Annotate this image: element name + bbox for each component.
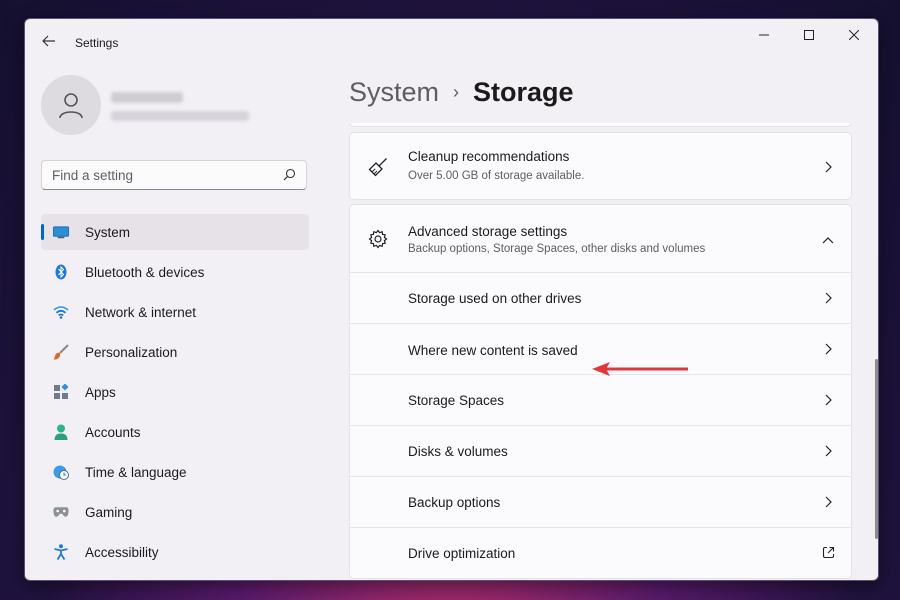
cleanup-description: Over 5.00 GB of storage available. bbox=[408, 170, 585, 182]
annotation-arrow bbox=[592, 362, 688, 376]
chevron-right-icon bbox=[825, 496, 832, 508]
advanced-storage-title: Advanced storage settings bbox=[408, 224, 568, 239]
sidebar-item-personalization[interactable]: Personalization bbox=[41, 334, 309, 370]
sidebar-item-bluetooth[interactable]: Bluetooth & devices bbox=[41, 254, 309, 290]
sidebar-item-accessibility[interactable]: Accessibility bbox=[41, 534, 309, 570]
search-input[interactable]: Find a setting bbox=[52, 168, 133, 183]
previous-card-edge bbox=[349, 123, 852, 127]
person-icon bbox=[59, 93, 83, 119]
minimize-icon bbox=[759, 34, 769, 36]
sidebar-item-apps[interactable]: Apps bbox=[41, 374, 309, 410]
globe-clock-icon bbox=[53, 465, 69, 480]
chevron-right-icon bbox=[825, 394, 832, 406]
sidebar-item-time-language[interactable]: Time & language bbox=[41, 454, 309, 490]
back-button[interactable] bbox=[37, 29, 61, 53]
sidebar-item-label: Network & internet bbox=[85, 305, 197, 320]
external-link-icon bbox=[822, 546, 834, 558]
account-icon bbox=[54, 424, 68, 440]
sidebar-item-label: Accounts bbox=[85, 425, 141, 440]
row-label: Where new content is saved bbox=[408, 343, 578, 358]
sidebar-nav: System Bluetooth & devices Network & int… bbox=[41, 214, 309, 574]
app-title: Settings bbox=[75, 36, 119, 50]
breadcrumb-separator: › bbox=[453, 82, 460, 102]
sidebar-item-label: Accessibility bbox=[85, 545, 159, 560]
search-icon[interactable] bbox=[283, 168, 296, 181]
chevron-right-icon bbox=[825, 445, 832, 457]
sidebar-item-system[interactable]: System bbox=[41, 214, 309, 250]
advanced-storage-header[interactable]: Advanced storage settings Backup options… bbox=[350, 205, 851, 272]
scrollbar[interactable] bbox=[875, 359, 878, 539]
monitor-icon bbox=[53, 225, 69, 238]
avatar[interactable] bbox=[41, 75, 101, 135]
breadcrumb: System › Storage bbox=[349, 77, 574, 108]
chevron-right-icon bbox=[825, 292, 832, 304]
sidebar-item-accounts[interactable]: Accounts bbox=[41, 414, 309, 450]
row-label: Drive optimization bbox=[408, 546, 516, 561]
maximize-icon bbox=[804, 30, 814, 40]
page-title: Storage bbox=[473, 77, 574, 107]
minimize-button[interactable] bbox=[741, 19, 787, 51]
cleanup-row[interactable]: Cleanup recommendations Over 5.00 GB of … bbox=[350, 133, 851, 201]
chevron-right-icon bbox=[825, 161, 832, 173]
breadcrumb-parent[interactable]: System bbox=[349, 77, 439, 107]
advanced-storage-settings-card: Advanced storage settings Backup options… bbox=[349, 204, 852, 579]
chevron-up-icon bbox=[822, 236, 834, 243]
row-label: Disks & volumes bbox=[408, 444, 508, 459]
sidebar-item-label: Gaming bbox=[85, 505, 133, 520]
gear-icon bbox=[368, 229, 388, 249]
close-icon bbox=[849, 30, 859, 40]
close-button[interactable] bbox=[831, 19, 877, 51]
content-pane: Cleanup recommendations Over 5.00 GB of … bbox=[349, 123, 854, 579]
accessibility-icon bbox=[54, 544, 68, 560]
sidebar-item-label: Time & language bbox=[85, 465, 187, 480]
sidebar-item-label: System bbox=[85, 225, 131, 240]
chevron-right-icon bbox=[825, 343, 832, 355]
apps-icon bbox=[54, 384, 69, 399]
sidebar-item-gaming[interactable]: Gaming bbox=[41, 494, 309, 530]
advanced-storage-description: Backup options, Storage Spaces, other di… bbox=[408, 243, 706, 255]
row-label: Storage Spaces bbox=[408, 393, 505, 408]
user-email-redacted bbox=[111, 111, 249, 121]
title-bar: Settings bbox=[25, 19, 878, 67]
gamepad-icon bbox=[53, 507, 69, 517]
bluetooth-icon bbox=[55, 264, 67, 280]
sidebar-item-label: Personalization bbox=[85, 345, 178, 360]
maximize-button[interactable] bbox=[786, 19, 832, 51]
row-label: Backup options bbox=[408, 495, 501, 510]
row-label: Storage used on other drives bbox=[408, 291, 582, 306]
sidebar-item-label: Apps bbox=[85, 385, 116, 400]
sidebar-item-label: Bluetooth & devices bbox=[85, 265, 205, 280]
settings-window: Settings Find a setting System Bluetooth… bbox=[24, 18, 879, 581]
user-name-redacted bbox=[111, 92, 183, 103]
cleanup-recommendations-card[interactable]: Cleanup recommendations Over 5.00 GB of … bbox=[349, 132, 852, 200]
backup-options-row[interactable]: Backup options bbox=[350, 477, 851, 527]
wifi-icon bbox=[53, 305, 69, 319]
active-indicator bbox=[41, 224, 44, 240]
storage-spaces-row[interactable]: Storage Spaces bbox=[350, 375, 851, 425]
cleanup-title: Cleanup recommendations bbox=[408, 149, 570, 164]
disks-volumes-row[interactable]: Disks & volumes bbox=[350, 426, 851, 476]
sidebar-item-network[interactable]: Network & internet bbox=[41, 294, 309, 330]
search-box[interactable]: Find a setting bbox=[41, 160, 307, 190]
brush-icon bbox=[53, 344, 69, 360]
storage-used-on-other-drives-row[interactable]: Storage used on other drives bbox=[350, 273, 851, 323]
drive-optimization-row[interactable]: Drive optimization bbox=[350, 528, 851, 578]
back-arrow-icon bbox=[42, 35, 55, 47]
broom-icon bbox=[368, 158, 387, 177]
